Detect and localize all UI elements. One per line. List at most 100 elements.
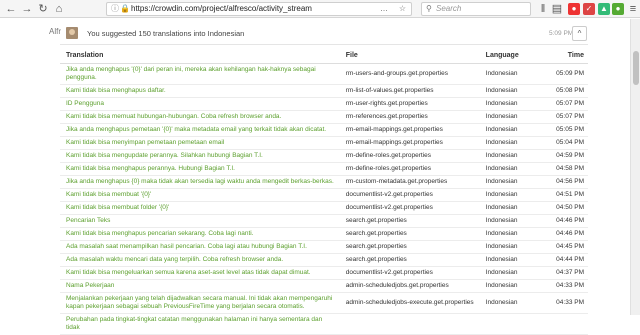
library-icon[interactable]: ‖ bbox=[536, 2, 550, 16]
forward-icon[interactable]: → bbox=[20, 2, 34, 16]
row-time: 05:08 PM bbox=[545, 84, 588, 98]
language-name: Indonesian bbox=[479, 162, 546, 176]
translation-link[interactable]: Jika anda menghapus {0} maka tidak akan … bbox=[60, 175, 340, 189]
row-time: 04:51 PM bbox=[545, 188, 588, 202]
translation-link[interactable]: Kami tidak bisa menghapus daftar. bbox=[60, 84, 340, 98]
row-time: 04:46 PM bbox=[545, 214, 588, 228]
reload-icon[interactable]: ↻ bbox=[36, 2, 50, 16]
row-time: 04:33 PM bbox=[545, 279, 588, 293]
browser-toolbar: ← → ↻ ⌂ ⓘ 🔒 https://crowdin.com/project/… bbox=[0, 0, 640, 18]
translation-link[interactable]: Kami tidak bisa menyimpan pemetaan pemet… bbox=[60, 136, 340, 150]
table-row: Jika anda menghapus '{0}' dari peran ini… bbox=[60, 63, 588, 85]
file-name: search.get.properties bbox=[339, 227, 480, 241]
file-name: rm-define-roles.get.properties bbox=[339, 149, 480, 163]
info-icon[interactable]: ⓘ bbox=[111, 3, 119, 15]
table-row: ID Pengguna rm-user-rights.get.properties… bbox=[60, 97, 588, 111]
translation-link[interactable]: Menjalankan pekerjaan yang telah dijadwa… bbox=[60, 292, 340, 314]
activity-card: You suggested 150 translations into Indo… bbox=[60, 23, 588, 335]
file-name: search.get.properties bbox=[339, 214, 480, 228]
row-time: 04:56 PM bbox=[545, 175, 588, 189]
lock-icon: 🔒 bbox=[120, 4, 130, 13]
bookmark-star-icon[interactable]: ☆ bbox=[399, 3, 406, 15]
translation-link[interactable]: ID Pengguna bbox=[60, 97, 340, 111]
table-row: Pencarian Teks search.get.properties Indon… bbox=[60, 214, 588, 228]
table-row: Kami tidak bisa mengeluarkan semua karen… bbox=[60, 266, 588, 280]
file-name: search.get.properties bbox=[339, 240, 480, 254]
table-row: Kami tidak bisa membuat '{0}' documentlis… bbox=[60, 188, 588, 202]
activity-time: 5:09 PM bbox=[549, 30, 574, 37]
file-name: documentlist-v2.get.properties bbox=[339, 266, 480, 280]
avatar bbox=[66, 27, 78, 39]
row-time: 05:07 PM bbox=[545, 110, 588, 124]
page-actions-icon[interactable]: … bbox=[380, 3, 389, 15]
table-row: Ada masalah saat menampilkan hasil penca… bbox=[60, 240, 588, 254]
table-row: Ada masalah waktu mencari data yang terp… bbox=[60, 253, 588, 267]
row-time: 05:05 PM bbox=[545, 123, 588, 137]
row-time bbox=[545, 313, 588, 335]
table-row: Kami tidak bisa mengupdate perannya. Sil… bbox=[60, 149, 588, 163]
extension-red-icon[interactable]: ● bbox=[568, 3, 580, 15]
translation-link[interactable]: Kami tidak bisa menghapus pencarian seka… bbox=[60, 227, 340, 241]
table-row: Jika anda menghapus pemetaan '{0}' maka … bbox=[60, 123, 588, 137]
file-name: rm-references.get.properties bbox=[339, 110, 480, 124]
language-name: Indonesian bbox=[479, 97, 546, 111]
language-name: Indonesian bbox=[479, 175, 546, 189]
table-row: Kami tidak bisa menghapus daftar. rm-list… bbox=[60, 84, 588, 98]
language-name: Indonesian bbox=[479, 240, 546, 254]
language-name bbox=[479, 313, 546, 335]
sidebar-icon[interactable]: ▤ bbox=[550, 2, 564, 16]
translation-link[interactable]: Ada masalah waktu mencari data yang terp… bbox=[60, 253, 340, 267]
address-bar[interactable]: ⓘ 🔒 https://crowdin.com/project/alfresco… bbox=[106, 2, 412, 16]
page-content: Alfr You suggested 150 translations into… bbox=[0, 19, 640, 335]
translation-link[interactable]: Kami tidak bisa mengeluarkan semua karen… bbox=[60, 266, 340, 280]
row-time: 04:44 PM bbox=[545, 253, 588, 267]
translation-link[interactable]: Kami tidak bisa menghapus perannya. Hubu… bbox=[60, 162, 340, 176]
file-name: admin-scheduledjobs.get.properties bbox=[339, 279, 480, 293]
table-row: Perubahan pada tingkat-tingkat catatan m… bbox=[60, 313, 588, 335]
translation-link[interactable]: Jika anda menghapus '{0}' dari peran ini… bbox=[60, 63, 340, 85]
translation-link[interactable]: Kami tidak bisa mengupdate perannya. Sil… bbox=[60, 149, 340, 163]
page-scrollbar[interactable] bbox=[630, 19, 640, 315]
language-name: Indonesian bbox=[479, 188, 546, 202]
search-placeholder: Search bbox=[436, 4, 462, 13]
language-name: Indonesian bbox=[479, 136, 546, 150]
menu-icon[interactable]: ≡ bbox=[626, 2, 640, 16]
translation-link[interactable]: Kami tidak bisa membuat '{0}' bbox=[60, 188, 340, 202]
file-name bbox=[339, 313, 480, 335]
extension-green-icon[interactable]: ▲ bbox=[598, 3, 610, 15]
language-name: Indonesian bbox=[479, 214, 546, 228]
back-icon[interactable]: ← bbox=[4, 2, 18, 16]
search-icon: ⚲ bbox=[426, 4, 432, 13]
file-name: rm-email-mappings.get.properties bbox=[339, 123, 480, 137]
collapse-button[interactable]: ^ bbox=[572, 26, 587, 41]
col-header-file: File bbox=[339, 49, 480, 64]
translation-link[interactable]: Nama Pekerjaan bbox=[60, 279, 340, 293]
row-time: 04:45 PM bbox=[545, 240, 588, 254]
file-name: rm-email-mappings.get.properties bbox=[339, 136, 480, 150]
table-row: Nama Pekerjaan admin-scheduledjobs.get.pr… bbox=[60, 279, 588, 293]
translation-link[interactable]: Pencarian Teks bbox=[60, 214, 340, 228]
file-name: rm-custom-metadata.get.properties bbox=[339, 175, 480, 189]
activity-summary: You suggested 150 translations into Indo… bbox=[87, 29, 245, 38]
table-row: Menjalankan pekerjaan yang telah dijadwa… bbox=[60, 292, 588, 314]
row-time: 04:37 PM bbox=[545, 266, 588, 280]
table-row: Kami tidak bisa memuat hubungan-hubungan… bbox=[60, 110, 588, 124]
home-icon[interactable]: ⌂ bbox=[52, 2, 66, 16]
table-row: Kami tidak bisa menyimpan pemetaan pemet… bbox=[60, 136, 588, 150]
translation-link[interactable]: Ada masalah saat menampilkan hasil penca… bbox=[60, 240, 340, 254]
language-name: Indonesian bbox=[479, 266, 546, 280]
file-name: rm-list-of-values.get.properties bbox=[339, 84, 480, 98]
scrollbar-thumb[interactable] bbox=[633, 51, 639, 85]
translation-link[interactable]: Perubahan pada tingkat-tingkat catatan m… bbox=[60, 313, 340, 335]
extension-leaf-icon[interactable]: ● bbox=[612, 3, 624, 15]
url-text[interactable]: https://crowdin.com/project/alfresco/act… bbox=[131, 3, 312, 15]
search-input[interactable]: ⚲ Search bbox=[421, 2, 531, 16]
col-header-translation: Translation bbox=[60, 49, 340, 64]
translation-link[interactable]: Jika anda menghapus pemetaan '{0}' maka … bbox=[60, 123, 340, 137]
file-name: rm-user-rights.get.properties bbox=[339, 97, 480, 111]
translation-link[interactable]: Kami tidak bisa memuat hubungan-hubungan… bbox=[60, 110, 340, 124]
activity-header: You suggested 150 translations into Indo… bbox=[60, 23, 588, 45]
translation-link[interactable]: Kami tidak bisa membuat folder '{0}' bbox=[60, 201, 340, 215]
language-name: Indonesian bbox=[479, 123, 546, 137]
extension-badge-icon[interactable]: ✓ bbox=[583, 3, 595, 15]
